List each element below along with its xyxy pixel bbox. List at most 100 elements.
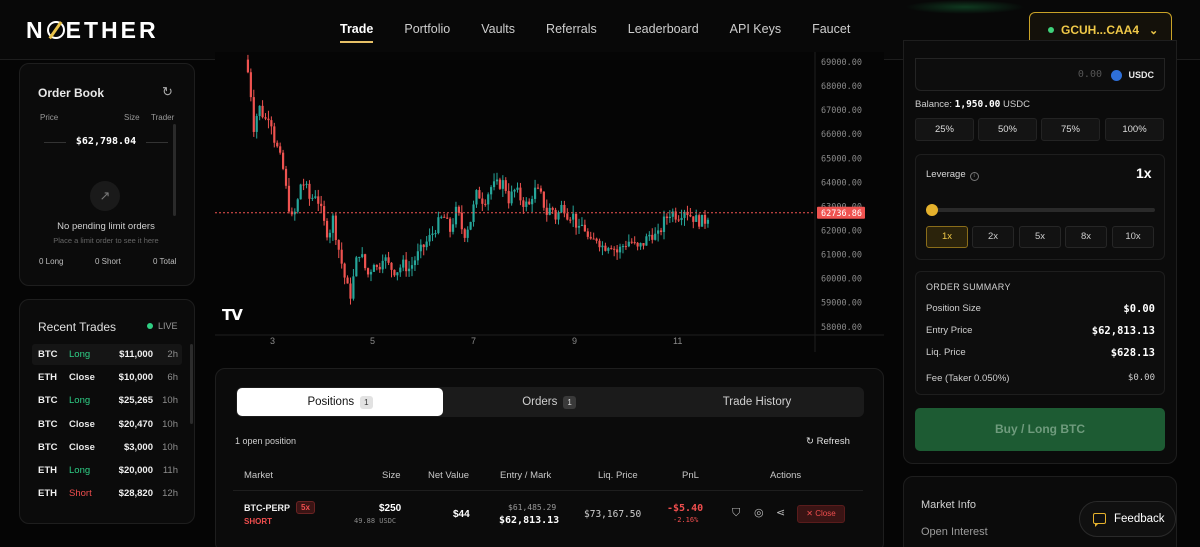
trades-scrollbar[interactable] xyxy=(190,344,193,424)
candle-body xyxy=(463,229,466,238)
pct-50-button[interactable]: 50% xyxy=(978,118,1037,141)
slider-handle[interactable] xyxy=(926,204,938,216)
leverage-8x-button[interactable]: 8x xyxy=(1065,226,1107,248)
candle-body xyxy=(668,216,671,219)
tradingview-logo[interactable]: TV xyxy=(222,306,243,324)
trade-age: 12h xyxy=(162,488,178,500)
trade-row[interactable]: ETH Short $28,820 12h xyxy=(32,483,182,504)
summary-label: Fee (Taker 0.050%) xyxy=(926,373,1010,384)
candle-body xyxy=(258,105,261,117)
candle-body xyxy=(636,242,639,247)
candle-body xyxy=(536,187,540,189)
candle-body xyxy=(416,251,419,261)
candle-body xyxy=(451,224,455,232)
tab-trade-history[interactable]: Trade History xyxy=(654,388,860,416)
trade-asset: ETH xyxy=(38,465,57,476)
nav-leaderboard[interactable]: Leaderboard xyxy=(628,22,699,43)
tab-orders[interactable]: Orders 1 xyxy=(446,388,652,416)
candle-body xyxy=(633,242,636,244)
amount-value: 0.00 xyxy=(1077,69,1102,80)
chat-icon xyxy=(1093,513,1106,527)
date-tick-label: 9 xyxy=(572,336,577,346)
info-icon[interactable]: i xyxy=(969,172,979,181)
empty-state-text: No pending limit orders xyxy=(57,221,155,232)
nav-vaults[interactable]: Vaults xyxy=(481,22,515,43)
price-tick-label: 69000.00 xyxy=(821,58,862,68)
total-count: 0 Total xyxy=(153,257,177,266)
candle-body xyxy=(510,191,513,204)
nav-api-keys[interactable]: API Keys xyxy=(730,22,781,43)
candle-body xyxy=(504,180,507,191)
candle-body xyxy=(492,181,496,188)
nav-portfolio[interactable]: Portfolio xyxy=(404,22,450,43)
tab-positions-count: 1 xyxy=(360,396,373,409)
tab-positions[interactable]: Positions 1 xyxy=(237,388,443,416)
candlestick-chart[interactable]: 69000.00 68000.00 67000.00 66000.00 65000.00… xyxy=(215,52,884,352)
candle-body xyxy=(323,206,326,221)
trade-row[interactable]: BTC Long $11,000 2h xyxy=(32,344,182,365)
th-net-value: Net Value xyxy=(428,470,470,481)
candle-body xyxy=(284,168,288,186)
target-icon[interactable]: ◎ xyxy=(754,506,764,519)
candle-body xyxy=(369,271,373,275)
candle-body xyxy=(475,190,478,205)
trade-amount: $10,000 xyxy=(118,372,153,384)
candle-body xyxy=(334,215,337,241)
candle-body xyxy=(616,249,619,253)
candle-body xyxy=(457,206,460,213)
order-book-scrollbar[interactable] xyxy=(173,124,176,216)
summary-position-size: Position Size $0.00 xyxy=(926,303,1155,315)
connected-dot-icon xyxy=(1048,27,1054,33)
candle-body xyxy=(425,241,428,248)
leverage-label: Leverage i xyxy=(926,169,979,181)
live-dot-icon xyxy=(147,323,153,329)
pct-100-button[interactable]: 100% xyxy=(1105,118,1164,141)
pct-75-button[interactable]: 75% xyxy=(1041,118,1100,141)
candle-body xyxy=(621,246,625,248)
position-market: BTC-PERP xyxy=(244,503,291,513)
nav-referrals[interactable]: Referrals xyxy=(546,22,597,43)
refresh-icon[interactable]: ↻ xyxy=(162,84,173,100)
share-icon[interactable]: ⋖ xyxy=(776,506,785,519)
trade-row[interactable]: BTC Long $25,265 10h xyxy=(32,390,182,411)
feedback-button[interactable]: Feedback xyxy=(1079,501,1176,537)
trade-row[interactable]: ETH Close $10,000 6h xyxy=(32,367,182,388)
leverage-10x-button[interactable]: 10x xyxy=(1112,226,1154,248)
candle-body xyxy=(513,189,516,192)
candle-body xyxy=(659,230,663,232)
logo[interactable]: N ETHER xyxy=(26,17,159,44)
leverage-slider[interactable] xyxy=(926,204,1155,216)
candle-body xyxy=(560,204,563,213)
candle-body xyxy=(311,197,314,199)
candle-body xyxy=(545,207,548,215)
trade-row[interactable]: BTC Close $3,000 10h xyxy=(32,437,182,458)
nav-faucet[interactable]: Faucet xyxy=(812,22,850,43)
candle-body xyxy=(642,243,645,246)
order-book-title: Order Book xyxy=(38,86,105,100)
trade-age: 10h xyxy=(162,441,178,453)
leverage-1x-button[interactable]: 1x xyxy=(926,226,968,248)
summary-value: $628.13 xyxy=(1110,347,1155,359)
buy-long-button[interactable]: Buy / Long BTC xyxy=(915,408,1165,451)
candle-body xyxy=(481,198,484,204)
leverage-5x-button[interactable]: 5x xyxy=(1019,226,1061,248)
candle-body xyxy=(689,215,692,217)
th-entry-mark: Entry / Mark xyxy=(500,470,552,481)
table-divider xyxy=(233,490,863,491)
chart-background xyxy=(215,52,884,352)
shield-icon[interactable]: ⛉ xyxy=(732,507,740,520)
close-position-button[interactable]: ✕ Close xyxy=(797,505,845,523)
trade-row[interactable]: ETH Long $20,000 11h xyxy=(32,460,182,481)
candle-body xyxy=(657,230,660,234)
candle-body xyxy=(434,233,437,235)
amount-input[interactable]: 0.00 USDC xyxy=(915,58,1165,91)
candle-body xyxy=(525,201,528,207)
col-size: Size xyxy=(124,113,140,122)
nav-trade[interactable]: Trade xyxy=(340,22,374,43)
pct-25-button[interactable]: 25% xyxy=(915,118,974,141)
price-chart[interactable]: 69000.00 68000.00 67000.00 66000.00 65000.00… xyxy=(215,52,884,352)
trade-row[interactable]: BTC Close $20,470 10h xyxy=(32,414,182,435)
candle-body xyxy=(572,213,575,220)
refresh-button[interactable]: ↻ Refresh xyxy=(806,436,850,447)
leverage-2x-button[interactable]: 2x xyxy=(972,226,1014,248)
